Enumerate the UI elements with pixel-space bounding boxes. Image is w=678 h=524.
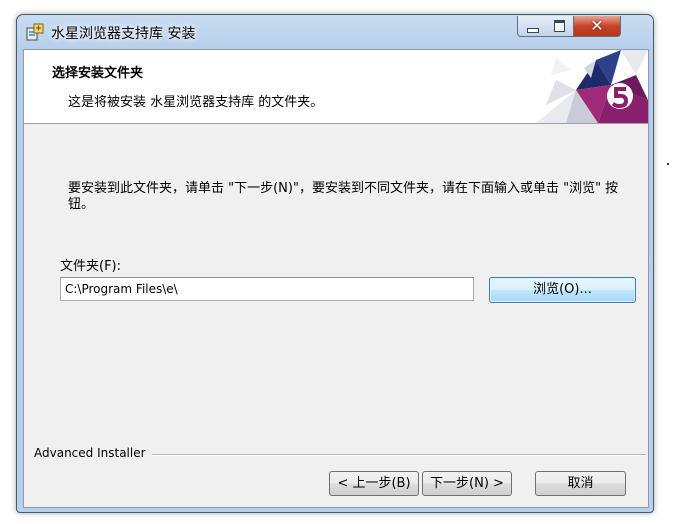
minimize-button[interactable] xyxy=(517,16,547,37)
page-subtitle: 这是将被安装 水星浏览器支持库 的文件夹。 xyxy=(68,95,324,110)
close-icon: ✕ xyxy=(590,16,604,35)
browse-button[interactable]: 浏览(O)... xyxy=(489,277,636,303)
advanced-installer-logo xyxy=(536,50,648,123)
minimize-icon xyxy=(527,28,539,33)
close-button[interactable]: ✕ xyxy=(574,16,621,37)
maximize-button[interactable] xyxy=(546,16,574,37)
title-bar[interactable]: 水星浏览器支持库 安装 ✕ xyxy=(17,15,653,49)
cancel-button[interactable]: 取消 xyxy=(535,471,626,496)
instruction-text: 要安装到此文件夹，请单击 "下一步(N)"，要安装到不同文件夹，请在下面输入或单… xyxy=(68,181,619,212)
back-button[interactable]: < 上一步(B) xyxy=(329,471,419,496)
next-button[interactable]: 下一步(N) > xyxy=(422,471,512,496)
folder-label: 文件夹(F): xyxy=(60,259,122,274)
installer-app-icon xyxy=(26,23,44,41)
dialog-client-area: 选择安装文件夹 这是将被安装 水星浏览器支持库 的文件夹。 要安装到此文件夹，请… xyxy=(23,49,649,508)
brand-label: Advanced Installer xyxy=(34,446,152,460)
maximize-icon xyxy=(554,20,565,32)
folder-path-input[interactable] xyxy=(60,277,474,301)
window-title: 水星浏览器支持库 安装 xyxy=(51,26,196,42)
installer-window: 水星浏览器支持库 安装 ✕ 选择安装文件夹 这是将被安装 水星浏览器支持库 的文… xyxy=(16,14,654,513)
header-banner: 选择安装文件夹 这是将被安装 水星浏览器支持库 的文件夹。 xyxy=(24,50,648,124)
screen-artifact-dot xyxy=(667,163,669,165)
page-title: 选择安装文件夹 xyxy=(52,66,144,81)
